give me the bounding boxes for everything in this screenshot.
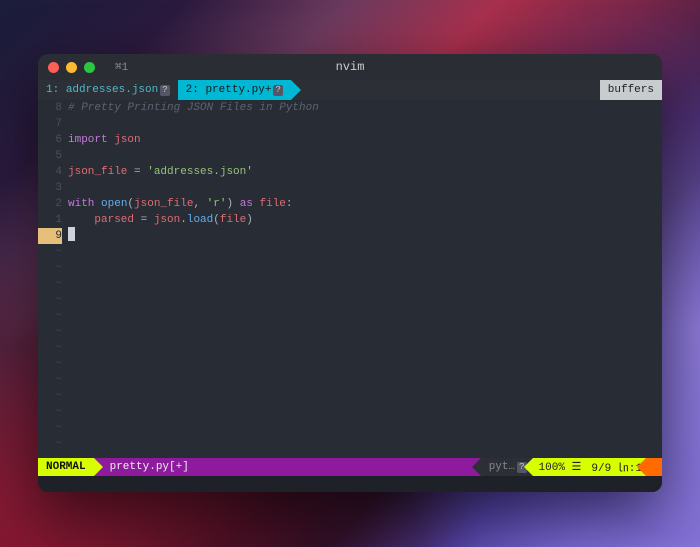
status-end-cap xyxy=(646,458,662,476)
line-number: 5 xyxy=(38,148,62,164)
tilde: ~ xyxy=(38,308,62,324)
file-segment: pretty.py[+] xyxy=(94,458,197,476)
code-line: with open(json_file, 'r') as file: xyxy=(68,196,662,212)
code-line xyxy=(68,148,662,164)
close-icon[interactable] xyxy=(48,62,59,73)
buffer-tab-2[interactable]: 2: pretty.py+ ? xyxy=(178,80,291,100)
terminal-tab-label: ⌘1 xyxy=(115,60,128,74)
gutter: 8 7 6 5 4 3 2 1 9 ~ ~ ~ ~ ~ ~ ~ ~ ~ ~ ~ … xyxy=(38,100,68,458)
terminal-window: ⌘1 nvim 1: addresses.json ? 2: pretty.py… xyxy=(38,54,662,492)
buffer-tab-1[interactable]: 1: addresses.json ? xyxy=(38,80,178,100)
code-line: import json xyxy=(68,132,662,148)
line-number: 6 xyxy=(38,132,62,148)
statusline: NORMAL pretty.py[+] pyt… ? 100% ☰ 9/9 ㏑:… xyxy=(38,458,662,476)
tilde: ~ xyxy=(38,292,62,308)
tilde: ~ xyxy=(38,436,62,452)
bufferline-label: buffers xyxy=(600,80,662,100)
tilde: ~ xyxy=(38,420,62,436)
tilde: ~ xyxy=(38,356,62,372)
tilde: ~ xyxy=(38,260,62,276)
window-title: nvim xyxy=(38,60,662,74)
code-line xyxy=(68,116,662,132)
cursor-icon xyxy=(68,227,75,241)
tilde: ~ xyxy=(38,404,62,420)
code-line: # Pretty Printing JSON Files in Python xyxy=(68,100,662,116)
line-number: 3 xyxy=(38,180,62,196)
percent-segment: 100% ☰ xyxy=(533,458,588,476)
tilde: ~ xyxy=(38,244,62,260)
tilde: ~ xyxy=(38,372,62,388)
bufferline: 1: addresses.json ? 2: pretty.py+ ? buff… xyxy=(38,80,662,100)
code-area[interactable]: # Pretty Printing JSON Files in Python i… xyxy=(68,100,662,458)
code-line: json_file = 'addresses.json' xyxy=(68,164,662,180)
buffer-tab-name: pretty.py+ xyxy=(205,84,271,96)
line-number-current: 9 xyxy=(38,228,62,244)
tilde: ~ xyxy=(38,324,62,340)
line-number: 8 xyxy=(38,100,62,116)
editor[interactable]: 8 7 6 5 4 3 2 1 9 ~ ~ ~ ~ ~ ~ ~ ~ ~ ~ ~ … xyxy=(38,100,662,458)
modified-icon: ? xyxy=(160,85,169,96)
tilde: ~ xyxy=(38,388,62,404)
status-spacer xyxy=(197,458,481,476)
tilde: ~ xyxy=(38,276,62,292)
code-line xyxy=(68,180,662,196)
minimize-icon[interactable] xyxy=(66,62,77,73)
zoom-icon[interactable] xyxy=(84,62,95,73)
tilde: ~ xyxy=(38,340,62,356)
command-line[interactable] xyxy=(38,476,662,492)
mode-segment: NORMAL xyxy=(38,458,94,476)
line-number: 7 xyxy=(38,116,62,132)
buffer-tab-index: 2: xyxy=(186,84,199,96)
traffic-lights xyxy=(48,62,95,73)
line-number: 4 xyxy=(38,164,62,180)
line-number: 2 xyxy=(38,196,62,212)
buffer-tab-name: addresses.json xyxy=(66,84,158,96)
code-line: parsed = json.load(file) xyxy=(68,212,662,228)
modified-icon: ? xyxy=(273,85,282,96)
line-number: 1 xyxy=(38,212,62,228)
buffer-tab-index: 1: xyxy=(46,84,59,96)
code-line-cursor xyxy=(68,228,662,244)
titlebar: ⌘1 nvim xyxy=(38,54,662,80)
